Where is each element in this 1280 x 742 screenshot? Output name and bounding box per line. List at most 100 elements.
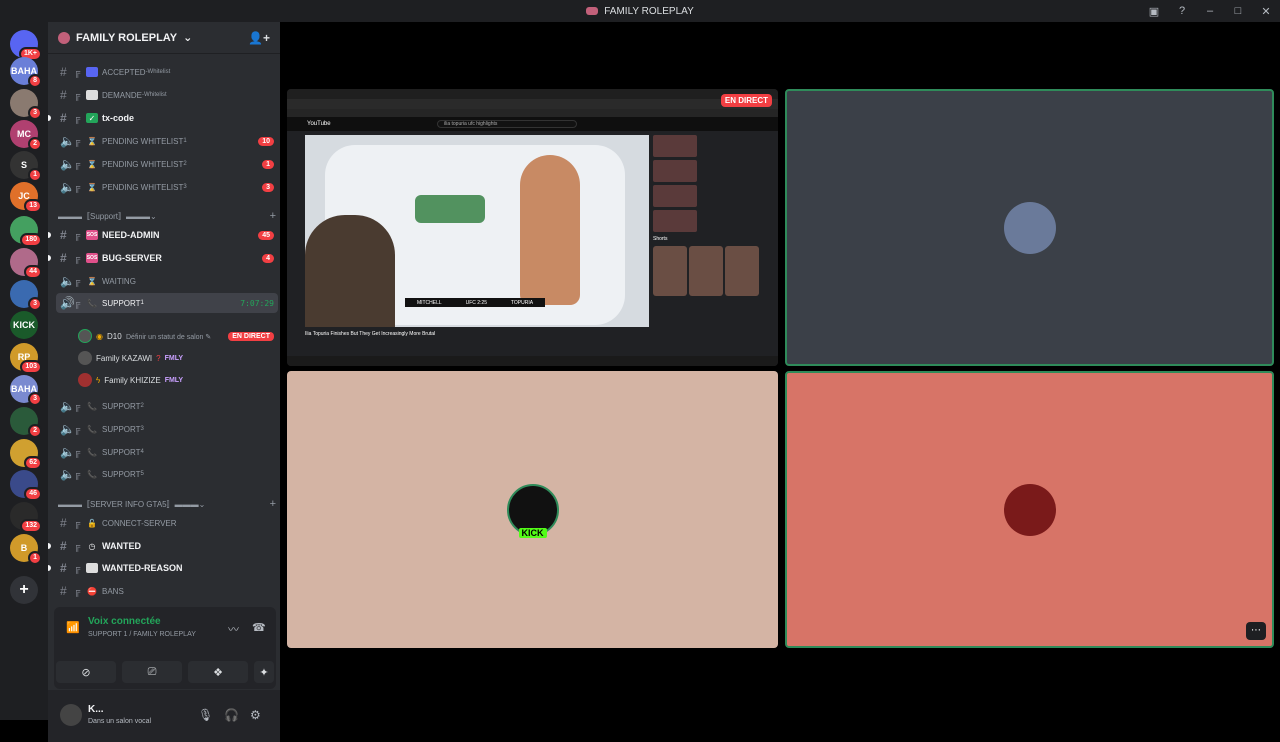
server-icon[interactable]: JC 13 bbox=[10, 182, 42, 213]
server-icon[interactable]: 1K+ bbox=[10, 30, 42, 61]
close-button[interactable]: ✕ bbox=[1252, 5, 1280, 18]
thread-icon: ╔ bbox=[74, 447, 81, 457]
server-icon[interactable]: RP 103 bbox=[10, 343, 42, 374]
avatar[interactable] bbox=[60, 704, 82, 726]
channel-label: NEED-ADMIN bbox=[102, 230, 160, 240]
server-icon[interactable]: KICK bbox=[10, 311, 38, 339]
server-badge: 3 bbox=[28, 297, 42, 311]
document-icon bbox=[86, 90, 98, 100]
server-icon[interactable]: 62 bbox=[10, 439, 42, 470]
server-icon[interactable]: 2 bbox=[10, 407, 42, 438]
server-badge: 13 bbox=[24, 199, 42, 213]
disconnect-icon[interactable]: ☎ bbox=[252, 621, 266, 634]
category-server-info[interactable]: ▬▬▬〚SERVER INFO GTA5〛▬▬▬ ⌄ + bbox=[58, 496, 276, 512]
server-icon[interactable]: S1 bbox=[10, 151, 42, 182]
server-icon[interactable]: BAHA 3 bbox=[10, 375, 42, 406]
mention-badge: 10 bbox=[258, 136, 274, 146]
more-options-button[interactable]: ⋯ bbox=[1246, 622, 1266, 640]
server-icon[interactable]: BAHA 8 bbox=[10, 57, 42, 88]
server-icon[interactable]: 3 bbox=[10, 89, 42, 120]
server-icon[interactable]: MC 2 bbox=[10, 120, 42, 151]
add-server-button[interactable]: + bbox=[10, 576, 38, 604]
voice-status-title[interactable]: Voix connectée bbox=[88, 616, 161, 627]
guild-header[interactable]: FAMILY ROLEPLAY ⌄ 👤+ bbox=[48, 22, 280, 54]
channel-support-3[interactable]: 🔈 ╔ 📞 SUPPORT 3 bbox=[56, 419, 278, 439]
minimize-button[interactable]: – bbox=[1196, 5, 1224, 17]
channel-pending-whitelist-2[interactable]: 🔈 ╔ ⌛ PENDING WHITELIST 2 1 bbox=[56, 154, 278, 174]
voice-user[interactable]: Family KAZAWI? FMLY bbox=[78, 348, 274, 368]
phone-icon: 📞 bbox=[87, 469, 97, 479]
thread-icon: ╔ bbox=[74, 563, 81, 573]
speaker-icon: 🔈 bbox=[60, 134, 75, 148]
channel-support-1[interactable]: 🔊 ╔ 📞 SUPPORT 1 7:07:29 bbox=[56, 293, 278, 313]
voice-user[interactable]: ◉ D10 EN DIRECT bbox=[78, 326, 274, 346]
participant-tile[interactable]: ⋯ bbox=[785, 371, 1274, 648]
inbox-icon[interactable]: ▣ bbox=[1140, 5, 1168, 18]
invite-people-icon[interactable]: 👤+ bbox=[248, 31, 270, 45]
thread-icon: ╔ bbox=[74, 253, 81, 263]
participant-tile[interactable]: KICK bbox=[287, 371, 778, 648]
chevron-down-icon: ⌄ bbox=[198, 499, 206, 509]
channel-accepted[interactable]: # ╔ ACCEPTED -Whitelist bbox=[56, 62, 278, 82]
channel-pending-whitelist-3[interactable]: 🔈 ╔ ⌛ PENDING WHITELIST 3 3 bbox=[56, 177, 278, 197]
server-icon[interactable]: B1 bbox=[10, 534, 42, 565]
create-channel-icon[interactable]: + bbox=[270, 498, 276, 510]
voice-timer: 7:07:29 bbox=[240, 298, 274, 308]
channel-bug-server[interactable]: # ╔ SOS BUG-SERVER 4 bbox=[56, 248, 278, 268]
fighter-left: MITCHELL bbox=[416, 299, 442, 306]
channel-wanted[interactable]: # ╔ ◷ WANTED bbox=[56, 536, 278, 556]
channel-sup: 2 bbox=[140, 403, 144, 409]
channel-label: BUG-SERVER bbox=[102, 253, 162, 263]
channel-waiting[interactable]: 🔈 ╔ ⌛ WAITING bbox=[56, 271, 278, 291]
channel-need-admin[interactable]: # ╔ SOS NEED-ADMIN 45 bbox=[56, 225, 278, 245]
server-tag: FMLY bbox=[164, 354, 184, 362]
channel-label: tx-code bbox=[102, 113, 135, 123]
speaker-icon: 🔈 bbox=[60, 180, 75, 194]
channel-pending-whitelist-1[interactable]: 🔈 ╔ ⌛ PENDING WHITELIST 1 10 bbox=[56, 131, 278, 151]
signal-icon[interactable]: 📶 bbox=[66, 621, 80, 634]
create-channel-icon[interactable]: + bbox=[270, 210, 276, 222]
user-name[interactable]: K... bbox=[88, 704, 104, 715]
thread-icon: ╔ bbox=[74, 276, 81, 286]
server-icon[interactable]: 44 bbox=[10, 248, 42, 279]
server-badge: 103 bbox=[20, 360, 42, 374]
channel-label: SUPPORT bbox=[102, 424, 141, 434]
server-badge: 180 bbox=[20, 233, 42, 247]
channel-wanted-reason[interactable]: # ╔ WANTED-REASON bbox=[56, 558, 278, 578]
channel-support-5[interactable]: 🔈 ╔ 📞 SUPPORT 5 bbox=[56, 464, 278, 484]
youtube-search-input: ilia topuria ufc highlights bbox=[437, 120, 577, 128]
category-support[interactable]: ▬▬▬〚Support〛▬▬▬ ⌄ + bbox=[58, 208, 276, 224]
server-badge: 62 bbox=[24, 456, 42, 470]
lightning-icon: ϟ bbox=[96, 375, 101, 385]
channel-support-2[interactable]: 🔈 ╔ 📞 SUPPORT 2 bbox=[56, 396, 278, 416]
browser-tab-strip bbox=[287, 89, 778, 99]
soundboard-button[interactable]: ✦ bbox=[254, 661, 274, 683]
activities-button[interactable]: ❖ bbox=[188, 661, 248, 683]
mention-badge: 1 bbox=[262, 159, 274, 169]
screen-share-button[interactable]: ⎚ bbox=[122, 661, 182, 683]
server-icon[interactable]: 46 bbox=[10, 470, 42, 501]
voice-user-name: Family KHIZIZE bbox=[104, 375, 161, 385]
server-icon[interactable]: 3 bbox=[10, 280, 42, 311]
voice-user[interactable]: ϟ Family KHIZIZE FMLY bbox=[78, 370, 274, 390]
camera-off-button[interactable]: ⊘ bbox=[56, 661, 116, 683]
thread-icon: ╔ bbox=[74, 541, 81, 551]
channel-demande[interactable]: # ╔ DEMANDE -Whitelist bbox=[56, 85, 278, 105]
channel-bans[interactable]: # ╔ ⛔ BANS bbox=[56, 581, 278, 601]
hourglass-icon: ⌛ bbox=[87, 136, 97, 146]
participant-tile[interactable] bbox=[785, 89, 1274, 366]
recommendation-thumb bbox=[653, 135, 697, 157]
server-icon[interactable]: 132 bbox=[10, 502, 42, 533]
maximize-button[interactable]: □ bbox=[1224, 5, 1252, 17]
hourglass-icon: ⌛ bbox=[87, 182, 97, 192]
channel-connect-server[interactable]: # ╔ 🔓 CONNECT-SERVER bbox=[56, 513, 278, 533]
help-icon[interactable]: ? bbox=[1168, 5, 1196, 17]
channel-support-4[interactable]: 🔈 ╔ 📞 SUPPORT 4 bbox=[56, 442, 278, 462]
channel-label: PENDING WHITELIST bbox=[102, 136, 184, 146]
noise-suppression-icon[interactable]: 〰 bbox=[228, 621, 239, 637]
voice-status-sub[interactable]: SUPPORT 1 / FAMILY ROLEPLAY bbox=[88, 631, 196, 638]
screen-share-tile[interactable]: YouTube ilia topuria ufc highlights MITC… bbox=[287, 89, 778, 366]
channel-txcode[interactable]: # ╔ ✓ tx-code bbox=[56, 108, 278, 128]
server-icon[interactable]: 180 bbox=[10, 216, 42, 247]
server-badge: 1 bbox=[28, 168, 42, 182]
